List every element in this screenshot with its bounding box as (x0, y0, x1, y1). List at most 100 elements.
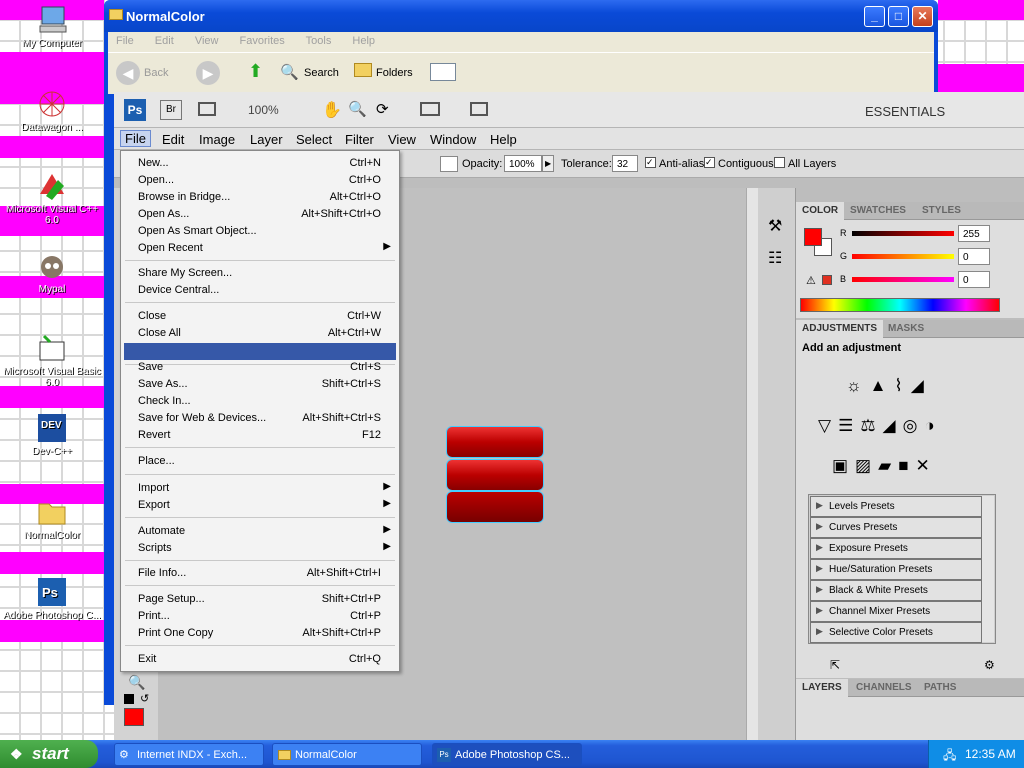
menu-layer[interactable]: Layer (250, 132, 283, 147)
menu-help[interactable]: Help (352, 35, 375, 47)
taskbar-button-normalcolor[interactable]: NormalColor (272, 743, 422, 766)
zoom-tool-icon[interactable]: 🔍 (348, 100, 367, 118)
menu-item-save[interactable]: Save Ctrl+S (121, 359, 399, 376)
desktop-icon-devcpp[interactable]: DEV Dev-C++ (0, 412, 104, 457)
b-slider[interactable] (852, 277, 954, 282)
history-icon[interactable]: ⚒ (768, 216, 782, 236)
adjustment-icons-row-3[interactable]: ▣▨▰■✕ (832, 456, 937, 476)
tab-adjustments[interactable]: ADJUSTMENTS (796, 320, 884, 338)
menu-item-device-central[interactable]: Device Central... (121, 282, 399, 299)
panel-options-icon[interactable]: ⚙ (984, 658, 995, 672)
menu-item-close[interactable]: Close Ctrl+W (121, 308, 399, 325)
menu-select[interactable]: Select (296, 132, 332, 147)
menu-file[interactable]: File (120, 130, 151, 147)
menu-item-place[interactable]: Place... (121, 453, 399, 470)
menu-item-import[interactable]: Import ▶ (121, 480, 399, 497)
menu-item-revert[interactable]: Revert F12 (121, 427, 399, 444)
taskbar-button-photoshop[interactable]: Ps Adobe Photoshop CS... (432, 743, 582, 766)
tab-styles[interactable]: STYLES (916, 202, 967, 220)
menu-image[interactable]: Image (199, 132, 235, 147)
preset-channel-mixer[interactable]: Channel Mixer Presets (810, 601, 982, 622)
preset-selective-color[interactable]: Selective Color Presets (810, 622, 982, 643)
search-button[interactable]: Search (304, 67, 339, 79)
default-colors-icon[interactable] (124, 694, 134, 704)
menu-view[interactable]: View (195, 35, 219, 47)
out-of-gamut-warning-icon[interactable]: ⚠ (806, 274, 816, 287)
menu-window[interactable]: Window (430, 132, 476, 147)
menu-item-browse-in-bridge[interactable]: Browse in Bridge... Alt+Ctrl+O (121, 189, 399, 206)
foreground-color-swatch[interactable] (124, 708, 144, 726)
menu-item-scripts[interactable]: Scripts ▶ (121, 540, 399, 557)
foreground-color-swatch[interactable] (804, 228, 822, 246)
desktop-icon-vcpp[interactable]: Microsoft Visual C++ 6.0 (0, 170, 104, 226)
menu-item-open[interactable]: Open... Ctrl+O (121, 172, 399, 189)
menu-item-export[interactable]: Export ▶ (121, 497, 399, 514)
desktop-icon-photoshop[interactable]: Ps Adobe Photoshop C... (0, 576, 104, 621)
color-spectrum-ramp[interactable] (800, 298, 1000, 312)
menu-item-save-as[interactable]: Save As... Shift+Ctrl+S (121, 376, 399, 393)
return-to-list-icon[interactable]: ⇱ (830, 658, 840, 672)
g-input[interactable]: 0 (958, 248, 990, 265)
menu-view[interactable]: View (388, 132, 416, 147)
arrange-documents-icon[interactable] (420, 102, 440, 116)
menu-item-open-recent[interactable]: Open Recent ▶ (121, 240, 399, 257)
r-input[interactable]: 255 (958, 225, 990, 242)
menu-item-print[interactable]: Print... Ctrl+P (121, 608, 399, 625)
folders-button[interactable]: Folders (376, 67, 413, 79)
menu-item-automate[interactable]: Automate ▶ (121, 523, 399, 540)
screen-mode-icon[interactable] (470, 102, 488, 116)
desktop-icon-vb[interactable]: Microsoft Visual Basic 6.0 (0, 332, 104, 388)
menu-item-close-all[interactable]: Close All Alt+Ctrl+W (121, 325, 399, 342)
close-button[interactable]: ✕ (912, 6, 933, 27)
opacity-slider-icon[interactable]: ▶ (542, 155, 554, 172)
g-slider[interactable] (852, 254, 954, 259)
b-input[interactable]: 0 (958, 271, 990, 288)
gamut-color-swatch[interactable] (822, 275, 832, 285)
tab-masks[interactable]: MASKS (882, 320, 930, 338)
menu-file[interactable]: File (116, 35, 134, 47)
menu-item-print-one-copy[interactable]: Print One Copy Alt+Shift+Ctrl+P (121, 625, 399, 642)
tab-channels[interactable]: CHANNELS (850, 679, 918, 697)
menu-item-file-info[interactable]: File Info... Alt+Shift+Ctrl+I (121, 565, 399, 582)
menu-item-check-in[interactable]: Check In... (121, 393, 399, 410)
rotate-view-icon[interactable]: ⟳ (376, 100, 389, 118)
bridge-button[interactable]: Br (160, 100, 182, 120)
actions-icon[interactable]: ☷ (768, 248, 782, 268)
menu-filter[interactable]: Filter (345, 132, 374, 147)
presets-scrollbar[interactable] (982, 496, 994, 642)
tab-color[interactable]: COLOR (796, 202, 845, 220)
menu-item-page-setup[interactable]: Page Setup... Shift+Ctrl+P (121, 591, 399, 608)
preset-levels[interactable]: Levels Presets (810, 496, 982, 517)
menu-item-share-my-screen[interactable]: Share My Screen... (121, 265, 399, 282)
network-icon[interactable]: 🖧 (943, 746, 956, 767)
adjustment-icons-row-1[interactable]: ☼▲⌇◢ (846, 376, 932, 396)
opacity-input[interactable]: 100% (504, 155, 542, 172)
zoom-level[interactable]: 100% (248, 103, 279, 117)
swap-colors-icon[interactable]: ↺ (140, 692, 149, 705)
explorer-titlebar[interactable]: NormalColor _ □ ✕ (104, 0, 938, 32)
desktop-icon-normalcolor[interactable]: NormalColor (0, 496, 104, 541)
back-button[interactable]: ◀ (116, 61, 140, 85)
adjustment-icons-row-2[interactable]: ▽☰⚖◢◎◑ (818, 416, 942, 436)
canvas-scrollbar[interactable] (746, 188, 758, 740)
tab-paths[interactable]: PATHS (918, 679, 962, 697)
menu-favorites[interactable]: Favorites (240, 35, 285, 47)
preset-exposure[interactable]: Exposure Presets (810, 538, 982, 559)
menu-help[interactable]: Help (490, 132, 517, 147)
clock[interactable]: 12:35 AM (965, 747, 1016, 761)
menu-item-save-for-web[interactable]: Save for Web & Devices... Alt+Shift+Ctrl+… (121, 410, 399, 427)
menu-item-open-as-smart-object[interactable]: Open As Smart Object... (121, 223, 399, 240)
r-slider[interactable] (852, 231, 954, 236)
taskbar-button-internet-indx[interactable]: ⚙ Internet INDX - Exch... (114, 743, 264, 766)
tab-layers[interactable]: LAYERS (796, 679, 848, 697)
menu-edit[interactable]: Edit (155, 35, 174, 47)
blend-mode-dropdown[interactable] (440, 156, 458, 172)
views-icon[interactable] (430, 63, 456, 81)
desktop-icon-mypal[interactable]: Mypal (0, 250, 104, 295)
hand-tool-icon[interactable]: ✋ (322, 100, 342, 120)
minimize-button[interactable]: _ (864, 6, 885, 27)
preset-curves[interactable]: Curves Presets (810, 517, 982, 538)
tolerance-input[interactable]: 32 (612, 155, 638, 172)
maximize-button[interactable]: □ (888, 6, 909, 27)
start-button[interactable]: ❖ start (0, 740, 98, 768)
